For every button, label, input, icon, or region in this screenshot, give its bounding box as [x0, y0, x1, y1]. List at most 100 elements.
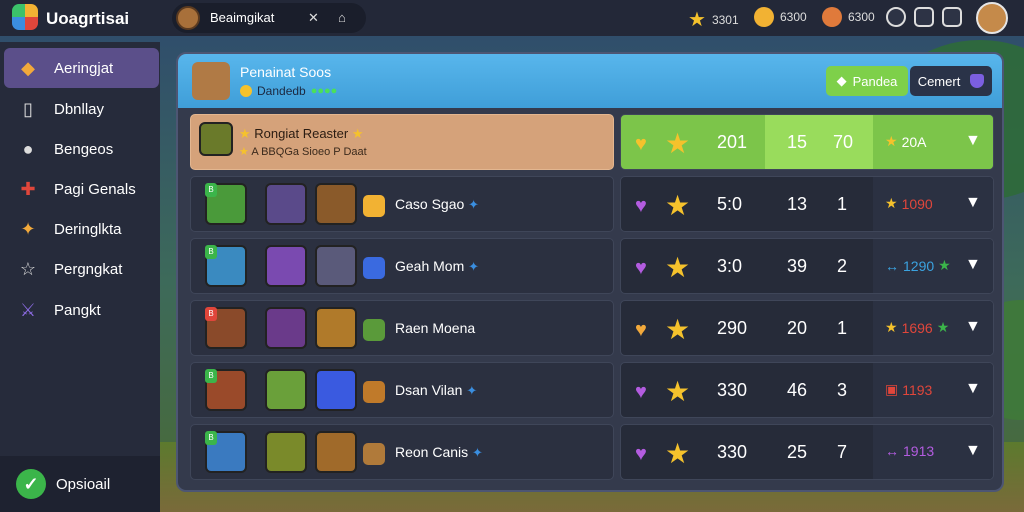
sword-icon: ⚔ [19, 299, 37, 320]
row-stats: ♥ ★ 330 25 7 ↔ 1913 ▼ [620, 424, 994, 480]
search-icon[interactable] [886, 7, 906, 27]
user-avatar[interactable] [976, 2, 1008, 34]
featured-row[interactable]: ★ Rongiat Reaster ★ ★ A BBQGa Sioeo P Da… [190, 114, 614, 170]
rank-value: ▣ 1193 [885, 381, 933, 398]
row-name: Reon Canis ✦ [395, 444, 483, 460]
stat-col3: 7 [837, 442, 848, 462]
camera-icon[interactable] [942, 7, 962, 27]
table-row[interactable]: B Caso Sgao ✦ [190, 176, 614, 232]
character-thumb: B [205, 183, 247, 225]
sidebar-item-label: Aeringjat [54, 59, 114, 77]
profile-pill[interactable]: Beaimgikat ✕ ⌂ [172, 3, 366, 33]
sidebar-item-label: Deringlkta [54, 220, 122, 238]
stat-col2: 46 [787, 380, 808, 400]
table-row[interactable]: B Raen Moena [190, 300, 614, 356]
resource-gold: 6300 [754, 7, 807, 27]
sidebar-item-pangkt[interactable]: ⚔ Pangkt [4, 290, 159, 330]
sidebar-item-label: Dbnllay [54, 100, 105, 118]
swords-icon[interactable]: ✕ [308, 10, 319, 26]
chat-icon[interactable] [914, 7, 934, 27]
panel-header: Penainat Soos Dandedb ●●●● ◆ Pandea Ceme… [178, 54, 1002, 108]
table-row[interactable]: B Reon Canis ✦ [190, 424, 614, 480]
heart-icon: ♥ [635, 319, 647, 341]
featured-subtitle: ★ A BBQGa Sioeo P Daat [239, 146, 367, 158]
item-thumb [315, 307, 357, 349]
stat-col2: 15 [787, 132, 808, 152]
sidebar-item-label: Pagi Genals [54, 180, 136, 198]
item-thumb [315, 369, 357, 411]
sidebar-item-pagi-genals[interactable]: ✚ Pagi Genals [4, 169, 159, 209]
item-thumb [315, 245, 357, 287]
shield-icon [970, 74, 985, 88]
bookmark-icon[interactable]: ⌂ [338, 10, 346, 25]
star-icon: ★ [665, 252, 691, 283]
sidebar-item-bengeos[interactable]: ● Bengeos [4, 129, 159, 169]
table-row[interactable]: B Dsan Vilan ✦ [190, 362, 614, 418]
item-thumb [265, 369, 307, 411]
star-icon: ★ [665, 314, 691, 345]
star-outline-icon: ☆ [19, 258, 37, 279]
top-bar: Uoagrtisai Beaimgikat ✕ ⌂ ★ 3301 6300 63… [0, 0, 1024, 36]
secondary-button-label: Cemert [917, 73, 961, 89]
chevron-down-icon[interactable]: ▼ [965, 194, 981, 212]
star-icon: ★ [665, 438, 691, 469]
checkmark-icon: ✓ [16, 469, 46, 499]
gamepad-icon: ✚ [20, 178, 36, 199]
tag-icon: ◆ [836, 73, 847, 88]
stat-col1: 290 [717, 318, 748, 338]
row-name: Raen Moena [395, 320, 476, 336]
resource-value: 6300 [848, 10, 875, 24]
footer-label: Opsioail [56, 475, 111, 493]
resource-value: 3301 [711, 12, 739, 27]
secondary-button[interactable]: Cemert [910, 66, 992, 96]
fox-icon: ◆ [21, 57, 35, 78]
featured-stats: ♥ ★ 201 15 70 ★ 20A ▼ [620, 114, 994, 170]
star-icon: ★ [665, 128, 691, 159]
item-thumb [265, 431, 307, 473]
app-title: Uoagrtisai [46, 9, 130, 28]
resource-stars: ★ 3301 [688, 7, 739, 32]
item-small-icon [363, 381, 385, 403]
chevron-down-icon[interactable]: ▼ [965, 442, 981, 460]
rank-value: ★ 20A [885, 133, 927, 150]
sidebar-item-pergngkat[interactable]: ☆ Pergngkat [4, 249, 159, 289]
primary-button[interactable]: ◆ Pandea [826, 66, 908, 96]
stat-col1: 201 [717, 132, 748, 152]
row-name: Geah Mom ✦ [395, 258, 480, 274]
heart-icon: ♥ [635, 443, 647, 465]
item-thumb [265, 183, 307, 225]
stat-col3: 1 [837, 318, 848, 338]
stat-col2: 39 [787, 256, 808, 276]
chevron-down-icon[interactable]: ▼ [965, 132, 981, 150]
sidebar-item-label: Pangkt [54, 301, 101, 319]
chevron-down-icon[interactable]: ▼ [965, 318, 981, 336]
sidebar-item-aeringjat[interactable]: ◆ Aeringjat [4, 48, 159, 88]
leaderboard-panel: Penainat Soos Dandedb ●●●● ◆ Pandea Ceme… [176, 52, 1004, 492]
character-thumb: B [205, 245, 247, 287]
rank-value: ★ 1696 ★ [885, 319, 950, 336]
chevron-down-icon[interactable]: ▼ [965, 380, 981, 398]
gold-coin-icon [754, 7, 774, 27]
sidebar-footer[interactable]: ✓ Opsioail [0, 456, 160, 512]
chevron-down-icon[interactable]: ▼ [965, 256, 981, 274]
stat-col2: 13 [787, 194, 808, 214]
stat-col1: 5:0 [717, 194, 743, 214]
character-thumb: B [205, 307, 247, 349]
resource-gems: 6300 [822, 7, 875, 27]
item-thumb [265, 307, 307, 349]
row-stats: ♥ ★ 3:0 39 2 ↔ 1290 ★ ▼ [620, 238, 994, 294]
rank-value: ↔ 1290 ★ [885, 257, 951, 274]
rank-value: ↔ 1913 [885, 443, 935, 459]
featured-thumb [199, 122, 233, 156]
item-small-icon [363, 443, 385, 465]
chat-bubble-icon: ● [22, 138, 34, 159]
sidebar-item-label: Bengeos [54, 140, 114, 158]
sidebar-item-deringlkta[interactable]: ✦ Deringlkta [4, 209, 159, 249]
avatar [176, 6, 200, 30]
highlight-column [765, 115, 873, 169]
sidebar-item-dbnllay[interactable]: ▯ Dbnllay [4, 89, 159, 129]
page-icon: ▯ [23, 98, 33, 119]
stat-col1: 330 [717, 442, 748, 462]
stat-col3: 3 [837, 380, 848, 400]
table-row[interactable]: B Geah Mom ✦ [190, 238, 614, 294]
